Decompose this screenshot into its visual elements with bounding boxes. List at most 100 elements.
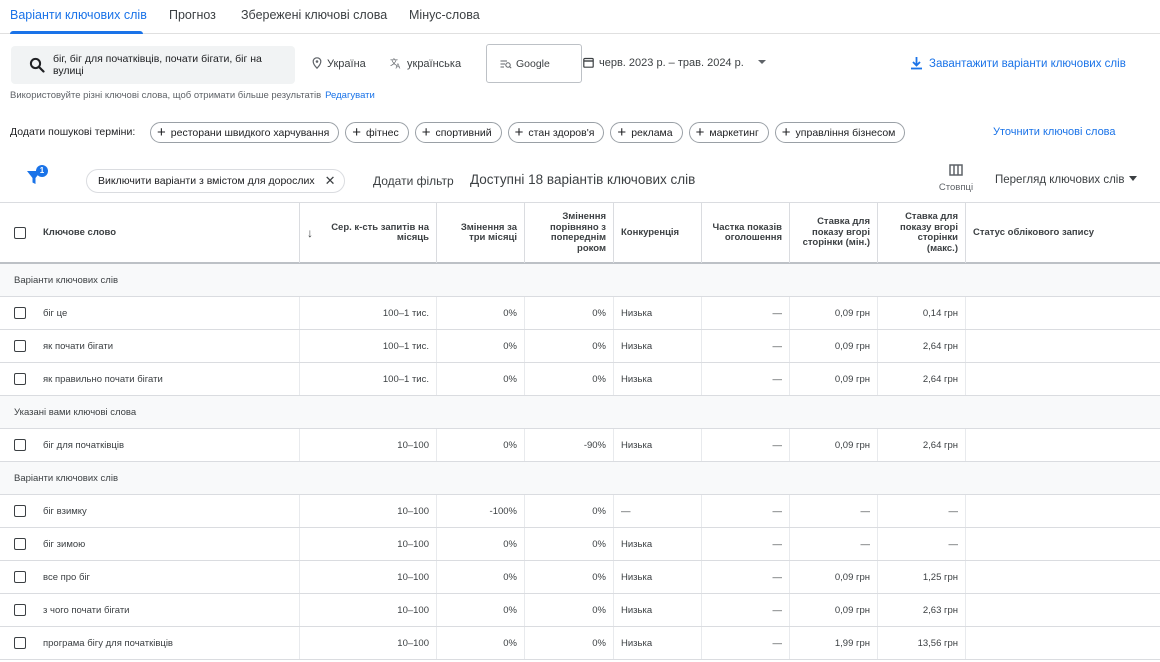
bid-low-cell: — [790, 495, 878, 527]
three-month-cell: 0% [437, 297, 525, 329]
table-header: Ключове слово ↓ Сер. к-сть запитів на мі… [0, 202, 1160, 264]
row-checkbox[interactable] [14, 604, 26, 616]
table-row[interactable]: як почати бігати 100–1 тис. 0% 0% Низька —0,0… [0, 330, 1160, 363]
table-row[interactable]: все про біг 10–100 0% 0% Низька —0,09 грн 1,25… [0, 561, 1160, 594]
columns-button[interactable]: Стовпці [936, 164, 976, 193]
impr-share-cell: — [702, 330, 790, 362]
location-selector[interactable]: Україна [312, 57, 366, 70]
svg-text:A: A [396, 63, 401, 70]
add-term-chip[interactable]: + управління бізнесом [774, 122, 906, 143]
header-impression-share[interactable]: Частка показів оголошення [702, 203, 790, 263]
bid-high-cell: 2,64 грн [878, 330, 966, 362]
header-bid-low-label: Ставка для показу вгорі сторінки (мін.) [802, 216, 870, 249]
tab-negative-keywords[interactable]: Мінус-слова [409, 8, 480, 22]
search-input[interactable]: біг, біг для початківців, почати бігати,… [11, 46, 295, 84]
search-network-selector[interactable]: Google [486, 44, 582, 83]
row-checkbox[interactable] [14, 373, 26, 385]
header-bid-high-label: Ставка для показу вгорі сторінки (макс.) [899, 211, 958, 254]
table-row[interactable]: біг для початківців 10–100 0% -90% Низька —0,… [0, 429, 1160, 462]
header-account-status[interactable]: Статус облікового запису [966, 203, 1160, 263]
date-range-selector[interactable]: черв. 2023 р. – трав. 2024 р. [583, 57, 766, 69]
table-row[interactable]: біг це 100–1 тис. 0% 0% Низька —0,09 грн 0,14 … [0, 297, 1160, 330]
row-checkbox[interactable] [14, 505, 26, 517]
translate-icon: 文A [390, 57, 401, 71]
yoy-cell: 0% [525, 363, 614, 395]
row-checkbox[interactable] [14, 538, 26, 550]
group-row: Варіанти ключових слів [0, 264, 1160, 297]
plus-icon: + [617, 124, 627, 141]
yoy-cell: 0% [525, 528, 614, 560]
bid-high-cell: — [878, 528, 966, 560]
active-tab-indicator [10, 31, 143, 34]
plus-icon: + [781, 124, 791, 141]
add-term-chip[interactable]: + маркетинг [688, 122, 769, 143]
refine-keywords-button[interactable]: Уточнити ключові слова [993, 126, 1116, 138]
chip-label: управління бізнесом [795, 126, 896, 139]
row-checkbox[interactable] [14, 637, 26, 649]
header-bid-high[interactable]: Ставка для показу вгорі сторінки (макс.) [878, 203, 966, 263]
header-keyword-label: Ключове слово [43, 226, 117, 238]
bid-low-cell: 0,09 грн [790, 363, 878, 395]
row-checkbox[interactable] [14, 307, 26, 319]
chip-label: ресторани швидкого харчування [170, 126, 330, 139]
competition-cell: Низька [614, 363, 702, 395]
close-icon[interactable]: ✕ [325, 173, 336, 189]
header-yoy-label: Змінення порівняно з попереднім роком [549, 211, 606, 254]
tab-bar: Варіанти ключових слів Прогноз Збережені… [0, 0, 1160, 34]
account-status-cell [966, 627, 1160, 659]
avg-cell: 10–100 [300, 429, 437, 461]
chip-label: реклама [631, 126, 673, 139]
yoy-cell: 0% [525, 627, 614, 659]
table-row[interactable]: біг взимку 10–100 -100% 0% — — — — [0, 495, 1160, 528]
dropdown-arrow-icon [1129, 176, 1138, 181]
location-pin-icon [312, 57, 322, 70]
row-checkbox[interactable] [14, 439, 26, 451]
download-label: Завантажити варіанти ключових слів [929, 58, 1126, 70]
adult-content-filter-chip[interactable]: Виключити варіанти з вмістом для доросли… [86, 169, 345, 193]
impr-share-cell: — [702, 429, 790, 461]
row-checkbox[interactable] [14, 340, 26, 352]
row-checkbox[interactable] [14, 571, 26, 583]
three-month-cell: 0% [437, 429, 525, 461]
tab-keyword-ideas[interactable]: Варіанти ключових слів [10, 8, 147, 22]
account-status-cell [966, 429, 1160, 461]
add-term-chip[interactable]: + реклама [610, 122, 683, 143]
keyword-view-selector[interactable]: Перегляд ключових слів [995, 174, 1138, 186]
calendar-icon [583, 57, 594, 68]
add-term-chip[interactable]: + стан здоров'я [507, 122, 605, 143]
three-month-cell: 0% [437, 594, 525, 626]
plus-icon: + [514, 124, 524, 141]
three-month-cell: 0% [437, 363, 525, 395]
account-status-cell [966, 495, 1160, 527]
header-yoy-change[interactable]: Змінення порівняно з попереднім роком [525, 203, 614, 263]
keyword-cell: біг для початківців [0, 429, 300, 461]
select-all-checkbox[interactable] [14, 227, 26, 239]
edit-link[interactable]: Редагувати [325, 90, 375, 101]
keyword-text: біг взимку [43, 505, 87, 517]
tab-saved-keywords[interactable]: Збережені ключові слова [241, 8, 387, 22]
header-competition[interactable]: Конкуренція [614, 203, 702, 263]
table-row[interactable]: як правильно почати бігати 100–1 тис. 0% 0%… [0, 363, 1160, 396]
header-bid-low[interactable]: Ставка для показу вгорі сторінки (мін.) [790, 203, 878, 263]
table-row[interactable]: з чого почати бігати 10–100 0% 0% Низька —0,0… [0, 594, 1160, 627]
account-status-cell [966, 363, 1160, 395]
table-row[interactable]: програма бігу для початківців 10–100 0% 0% Н… [0, 627, 1160, 660]
keyword-cell: біг це [0, 297, 300, 329]
table-body: Варіанти ключових слів біг це 100–1 тис. 0%… [0, 264, 1160, 660]
add-filter-button[interactable]: Додати фільтр [373, 174, 454, 188]
table-row[interactable]: біг зимою 10–100 0% 0% Низька — — — [0, 528, 1160, 561]
header-avg-searches[interactable]: ↓ Сер. к-сть запитів на місяць [300, 203, 437, 263]
add-term-chip[interactable]: + ресторани швидкого харчування [150, 122, 340, 143]
download-keyword-ideas-button[interactable]: Завантажити варіанти ключових слів [910, 56, 1126, 70]
tab-forecast[interactable]: Прогноз [169, 8, 216, 22]
bid-high-cell: 13,56 грн [878, 627, 966, 659]
add-term-chip[interactable]: + спортивний [414, 122, 502, 143]
keyword-text: як почати бігати [43, 340, 114, 352]
available-count: Доступні 18 варіантів ключових слів [470, 172, 696, 187]
impr-share-cell: — [702, 528, 790, 560]
add-term-chip[interactable]: + фітнес [345, 122, 409, 143]
header-three-month-change[interactable]: Змінення за три місяці [437, 203, 525, 263]
plus-icon: + [352, 124, 362, 141]
language-selector[interactable]: 文 A українська [390, 57, 461, 71]
yoy-cell: -90% [525, 429, 614, 461]
